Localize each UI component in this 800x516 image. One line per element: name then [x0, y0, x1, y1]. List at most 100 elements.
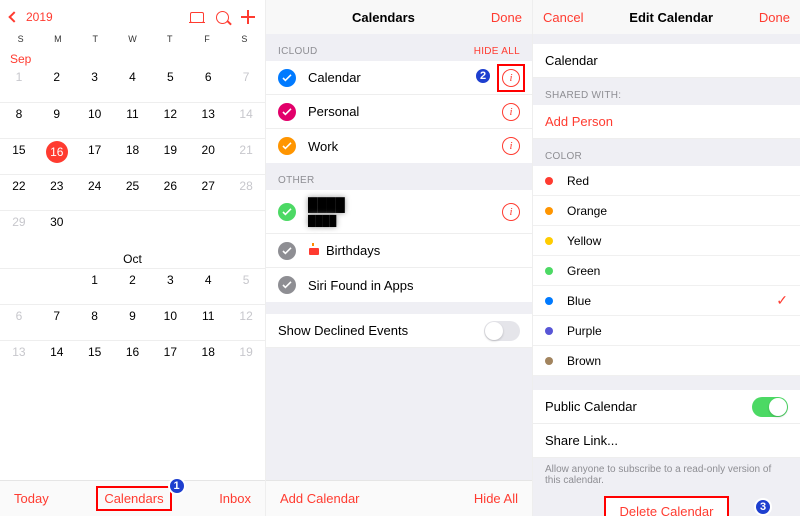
day-cell[interactable]: 18 [189, 340, 227, 376]
day-cell[interactable]: 22 [0, 174, 38, 210]
day-cell[interactable]: 15 [0, 138, 38, 174]
day-cell[interactable]: 11 [189, 304, 227, 340]
share-link-row[interactable]: Share Link... [533, 424, 800, 458]
day-cell[interactable]: 10 [151, 304, 189, 340]
day-cell[interactable]: 6 [0, 304, 38, 340]
done-button-edit[interactable]: Done [759, 10, 790, 25]
day-cell[interactable]: 12 [227, 304, 265, 340]
day-cell[interactable]: 5 [151, 66, 189, 102]
color-option[interactable]: Red [533, 166, 800, 196]
list-view-icon[interactable] [190, 12, 204, 23]
day-cell[interactable]: 15 [76, 340, 114, 376]
inbox-button[interactable]: Inbox [219, 491, 251, 506]
day-cell[interactable] [151, 210, 189, 246]
day-cell[interactable]: 16 [38, 138, 76, 174]
info-icon[interactable]: i [502, 203, 520, 221]
back-button[interactable]: 2019 [10, 10, 53, 24]
calendar-row[interactable]: Birthdays [266, 234, 532, 268]
day-cell[interactable]: 14 [227, 102, 265, 138]
search-icon[interactable] [216, 11, 229, 24]
day-cell[interactable]: 10 [76, 102, 114, 138]
color-list: RedOrangeYellowGreenBlue✓PurpleBrown [533, 166, 800, 376]
september-grid[interactable]: 1234567891011121314151617181920212223242… [0, 66, 265, 246]
day-cell[interactable]: 7 [38, 304, 76, 340]
day-cell[interactable] [76, 210, 114, 246]
calendar-label: ████████ [308, 197, 502, 227]
delete-calendar-button[interactable]: Delete Calendar [604, 496, 730, 516]
day-cell[interactable]: 1 [0, 66, 38, 102]
day-cell[interactable]: 8 [76, 304, 114, 340]
share-link-label: Share Link... [545, 433, 788, 448]
day-cell[interactable]: 9 [114, 304, 152, 340]
day-cell[interactable]: 4 [189, 268, 227, 304]
today-button[interactable]: Today [14, 491, 49, 506]
october-grid[interactable]: 12345678910111213141516171819 [0, 268, 265, 376]
day-cell[interactable]: 7 [227, 66, 265, 102]
day-cell[interactable]: 8 [0, 102, 38, 138]
day-cell[interactable]: 16 [114, 340, 152, 376]
day-cell[interactable]: 5 [227, 268, 265, 304]
day-cell[interactable]: 6 [189, 66, 227, 102]
day-cell[interactable]: 9 [38, 102, 76, 138]
day-cell[interactable]: 13 [0, 340, 38, 376]
day-cell[interactable]: 17 [151, 340, 189, 376]
day-cell[interactable]: 28 [227, 174, 265, 210]
day-cell[interactable] [227, 210, 265, 246]
info-icon[interactable]: i [502, 137, 520, 155]
calendar-row[interactable]: Siri Found in Apps [266, 268, 532, 302]
done-button[interactable]: Done [491, 10, 522, 25]
add-person-row[interactable]: Add Person [533, 105, 800, 139]
day-cell[interactable]: 19 [227, 340, 265, 376]
day-cell[interactable]: 17 [76, 138, 114, 174]
color-option[interactable]: Yellow [533, 226, 800, 256]
calendar-name-field[interactable]: Calendar [533, 44, 800, 78]
day-cell[interactable]: 13 [189, 102, 227, 138]
hide-all-button[interactable]: Hide All [474, 491, 518, 506]
color-option[interactable]: Brown [533, 346, 800, 376]
day-cell[interactable]: 20 [189, 138, 227, 174]
public-calendar-row[interactable]: Public Calendar [533, 390, 800, 424]
calendar-row[interactable]: Personali [266, 95, 532, 129]
color-option[interactable]: Blue✓ [533, 286, 800, 316]
day-cell[interactable]: 27 [189, 174, 227, 210]
day-cell[interactable]: 26 [151, 174, 189, 210]
day-cell[interactable]: 2 [114, 268, 152, 304]
calendar-row[interactable]: Calendar2i [266, 61, 532, 95]
calendars-button[interactable]: Calendars [96, 486, 171, 511]
day-cell[interactable]: 21 [227, 138, 265, 174]
day-cell[interactable] [0, 268, 38, 304]
public-calendar-switch[interactable] [752, 397, 788, 417]
color-option[interactable]: Purple [533, 316, 800, 346]
day-cell[interactable]: 30 [38, 210, 76, 246]
color-option[interactable]: Green [533, 256, 800, 286]
day-cell[interactable]: 25 [114, 174, 152, 210]
hide-all-small[interactable]: HIDE ALL [474, 46, 520, 57]
day-cell[interactable]: 24 [76, 174, 114, 210]
day-cell[interactable]: 14 [38, 340, 76, 376]
color-option[interactable]: Orange [533, 196, 800, 226]
day-cell[interactable]: 1 [76, 268, 114, 304]
month-label-oct: Oct [0, 246, 265, 268]
cancel-button[interactable]: Cancel [543, 10, 583, 25]
day-cell[interactable]: 11 [114, 102, 152, 138]
day-cell[interactable] [189, 210, 227, 246]
info-icon[interactable]: i [502, 103, 520, 121]
add-event-icon[interactable] [241, 10, 255, 24]
day-cell[interactable]: 12 [151, 102, 189, 138]
day-cell[interactable] [38, 268, 76, 304]
day-cell[interactable]: 3 [151, 268, 189, 304]
day-cell[interactable]: 2 [38, 66, 76, 102]
show-declined-row[interactable]: Show Declined Events [266, 314, 532, 348]
show-declined-label: Show Declined Events [278, 323, 484, 338]
day-cell[interactable]: 19 [151, 138, 189, 174]
add-calendar-button[interactable]: Add Calendar [280, 491, 360, 506]
calendar-row[interactable]: Worki [266, 129, 532, 163]
day-cell[interactable]: 4 [114, 66, 152, 102]
calendar-row[interactable]: ████████i [266, 190, 532, 234]
day-cell[interactable] [114, 210, 152, 246]
day-cell[interactable]: 18 [114, 138, 152, 174]
day-cell[interactable]: 29 [0, 210, 38, 246]
show-declined-switch[interactable] [484, 321, 520, 341]
day-cell[interactable]: 3 [76, 66, 114, 102]
day-cell[interactable]: 23 [38, 174, 76, 210]
